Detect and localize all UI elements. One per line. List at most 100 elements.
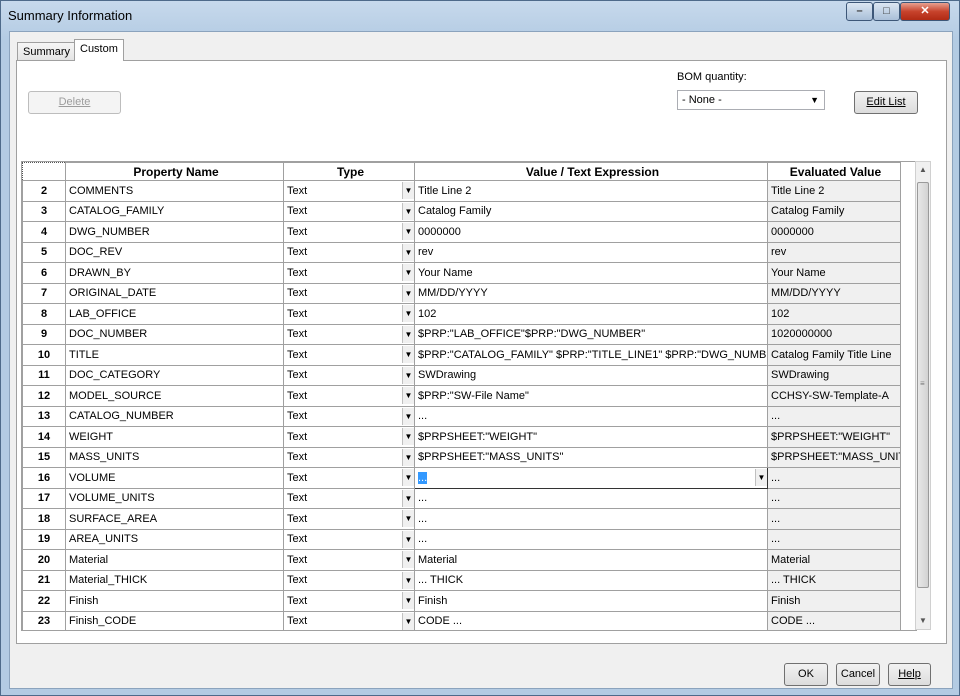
type-cell[interactable]: Text ▼ [283, 508, 415, 530]
value-expression-cell[interactable]: $PRP:"LAB_OFFICE"$PRP:"DWG_NUMBER" [414, 323, 768, 345]
value-expression-cell[interactable]: Your Name [414, 262, 768, 284]
type-cell[interactable]: Text ▼ [283, 569, 415, 591]
scroll-thumb[interactable]: ≡ [917, 182, 929, 588]
table-row[interactable]: 13 CATALOG_NUMBER Text ▼...... [22, 405, 901, 427]
type-cell[interactable]: Text ▼ [283, 405, 415, 427]
minimize-icon[interactable]: – [846, 2, 873, 21]
value-expression-cell[interactable]: $PRPSHEET:"MASS_UNITS" [414, 446, 768, 468]
chevron-down-icon[interactable]: ▼ [402, 592, 414, 609]
property-name-cell[interactable]: Material_THICK [65, 569, 284, 591]
row-number[interactable]: 18 [22, 508, 66, 530]
table-row[interactable]: 23 Finish_CODE Text ▼ CODE ... CODE ... [22, 610, 901, 630]
row-number[interactable]: 12 [22, 385, 66, 407]
close-icon[interactable]: ✕ [900, 2, 950, 21]
row-number[interactable]: 6 [22, 262, 66, 284]
property-name-cell[interactable]: TITLE [65, 344, 284, 366]
title-bar[interactable]: Summary Information – □ ✕ [1, 1, 959, 31]
value-expression-cell[interactable]: CODE ... [414, 610, 768, 630]
bom-quantity-select[interactable]: - None - ▼ [677, 90, 825, 110]
value-expression-cell[interactable]: ... [414, 528, 768, 550]
header-evaluated-value[interactable]: Evaluated Value [767, 162, 901, 181]
value-expression-cell[interactable]: $PRPSHEET:"WEIGHT" [414, 426, 768, 448]
type-cell[interactable]: Text ▼ [283, 446, 415, 468]
type-cell[interactable]: Text ▼ [283, 487, 415, 509]
chevron-down-icon[interactable]: ▼ [402, 346, 414, 363]
type-cell[interactable]: Text ▼ [283, 385, 415, 407]
header-value-expression[interactable]: Value / Text Expression [414, 162, 768, 181]
type-cell[interactable]: Text ▼ [283, 467, 415, 489]
chevron-down-icon[interactable]: ▼ [402, 469, 414, 486]
row-number[interactable]: 7 [22, 282, 66, 304]
type-cell[interactable]: Text ▼ [283, 590, 415, 612]
property-name-cell[interactable]: Finish [65, 590, 284, 612]
chevron-down-icon[interactable]: ▼ [402, 182, 414, 199]
table-row[interactable]: 2 COMMENTS Text ▼ Title Line 2 Title Line 2 [22, 180, 901, 202]
value-expression-cell[interactable]: rev [414, 241, 768, 263]
table-row[interactable]: 17 VOLUME_UNITS Text ▼...... [22, 487, 901, 509]
chevron-down-icon[interactable]: ▼ [402, 612, 414, 630]
value-expression-cell[interactable]: ... THICK [414, 569, 768, 591]
chevron-down-icon[interactable]: ▼ [402, 387, 414, 404]
type-cell[interactable]: Text ▼ [283, 549, 415, 571]
chevron-down-icon[interactable]: ▼ [402, 284, 414, 302]
table-row[interactable]: 19 AREA_UNITS Text ▼...... [22, 528, 901, 550]
table-row[interactable]: 7 ORIGINAL_DATE Text ▼ MM/DD/YYYY MM/DD/YYYY [22, 282, 901, 304]
ok-button[interactable]: OK [784, 663, 828, 686]
maximize-icon[interactable]: □ [873, 2, 900, 21]
help-button[interactable]: Help [888, 663, 931, 686]
row-number[interactable]: 23 [22, 610, 66, 630]
property-name-cell[interactable]: VOLUME [65, 467, 284, 489]
type-cell[interactable]: Text ▼ [283, 528, 415, 550]
property-name-cell[interactable]: WEIGHT [65, 426, 284, 448]
chevron-down-icon[interactable]: ▼ [402, 530, 414, 548]
row-number[interactable]: 22 [22, 590, 66, 612]
property-name-cell[interactable]: DOC_NUMBER [65, 323, 284, 345]
table-row[interactable]: 10 TITLE Text ▼ $PRP:"CATALOG_FAMILY" $PRP:"… [22, 344, 901, 366]
table-row[interactable]: 11 DOC_CATEGORY Text ▼ SWDrawing SWDrawing [22, 364, 901, 386]
value-expression-cell[interactable]: 102 [414, 303, 768, 325]
row-number[interactable]: 11 [22, 364, 66, 386]
row-number[interactable]: 19 [22, 528, 66, 550]
chevron-down-icon[interactable]: ▼ [402, 202, 414, 220]
table-row[interactable]: 12 MODEL_SOURCE Text ▼ $PRP:"SW-File Name" CC… [22, 385, 901, 407]
chevron-down-icon[interactable]: ▼ [402, 366, 414, 384]
chevron-down-icon[interactable]: ▼ [402, 407, 414, 425]
row-number[interactable]: 21 [22, 569, 66, 591]
property-name-cell[interactable]: DRAWN_BY [65, 262, 284, 284]
table-row[interactable]: 18 SURFACE_AREA Text ▼...... [22, 508, 901, 530]
value-expression-cell[interactable]: ... [414, 487, 768, 509]
table-row[interactable]: 8 LAB_OFFICE Text ▼ 102 102 [22, 303, 901, 325]
value-expression-cell[interactable]: Material [414, 549, 768, 571]
table-row[interactable]: 15 MASS_UNITS Text ▼ $PRPSHEET:"MASS_UNITS" $… [22, 446, 901, 468]
chevron-down-icon[interactable]: ▼ [755, 469, 767, 486]
row-number[interactable]: 15 [22, 446, 66, 468]
chevron-down-icon[interactable]: ▼ [402, 305, 414, 322]
chevron-down-icon[interactable]: ▼ [402, 448, 414, 466]
property-name-cell[interactable]: VOLUME_UNITS [65, 487, 284, 509]
row-number[interactable]: 13 [22, 405, 66, 427]
table-row[interactable]: 14 WEIGHT Text ▼ $PRPSHEET:"WEIGHT" $PRPSHEET… [22, 426, 901, 448]
table-row[interactable]: 9 DOC_NUMBER Text ▼ $PRP:"LAB_OFFICE"$PRP:"D… [22, 323, 901, 345]
value-expression-cell[interactable]: Finish [414, 590, 768, 612]
type-cell[interactable]: Text ▼ [283, 241, 415, 263]
row-number[interactable]: 14 [22, 426, 66, 448]
property-name-cell[interactable]: CATALOG_FAMILY [65, 200, 284, 222]
table-row[interactable]: 22 Finish Text ▼ Finish Finish [22, 590, 901, 612]
table-row[interactable]: 6 DRAWN_BY Text ▼ Your Name Your Name [22, 262, 901, 284]
row-number[interactable]: 17 [22, 487, 66, 509]
property-name-cell[interactable]: SURFACE_AREA [65, 508, 284, 530]
value-expression-cell[interactable]: Title Line 2 [414, 180, 768, 202]
delete-button[interactable]: Delete [28, 91, 121, 114]
row-number[interactable]: 9 [22, 323, 66, 345]
value-expression-cell[interactable]: ... [414, 405, 768, 427]
type-cell[interactable]: Text ▼ [283, 426, 415, 448]
chevron-down-icon[interactable]: ▼ [402, 489, 414, 507]
row-number[interactable]: 3 [22, 200, 66, 222]
tab-summary[interactable]: Summary [17, 42, 77, 61]
chevron-down-icon[interactable]: ▼ [402, 325, 414, 343]
table-row[interactable]: 21 Material_THICK Text ▼ ... THICK ... THICK [22, 569, 901, 591]
property-name-cell[interactable]: AREA_UNITS [65, 528, 284, 550]
property-name-cell[interactable]: DOC_CATEGORY [65, 364, 284, 386]
value-expression-cell[interactable]: MM/DD/YYYY [414, 282, 768, 304]
value-expression-cell[interactable]: SWDrawing [414, 364, 768, 386]
